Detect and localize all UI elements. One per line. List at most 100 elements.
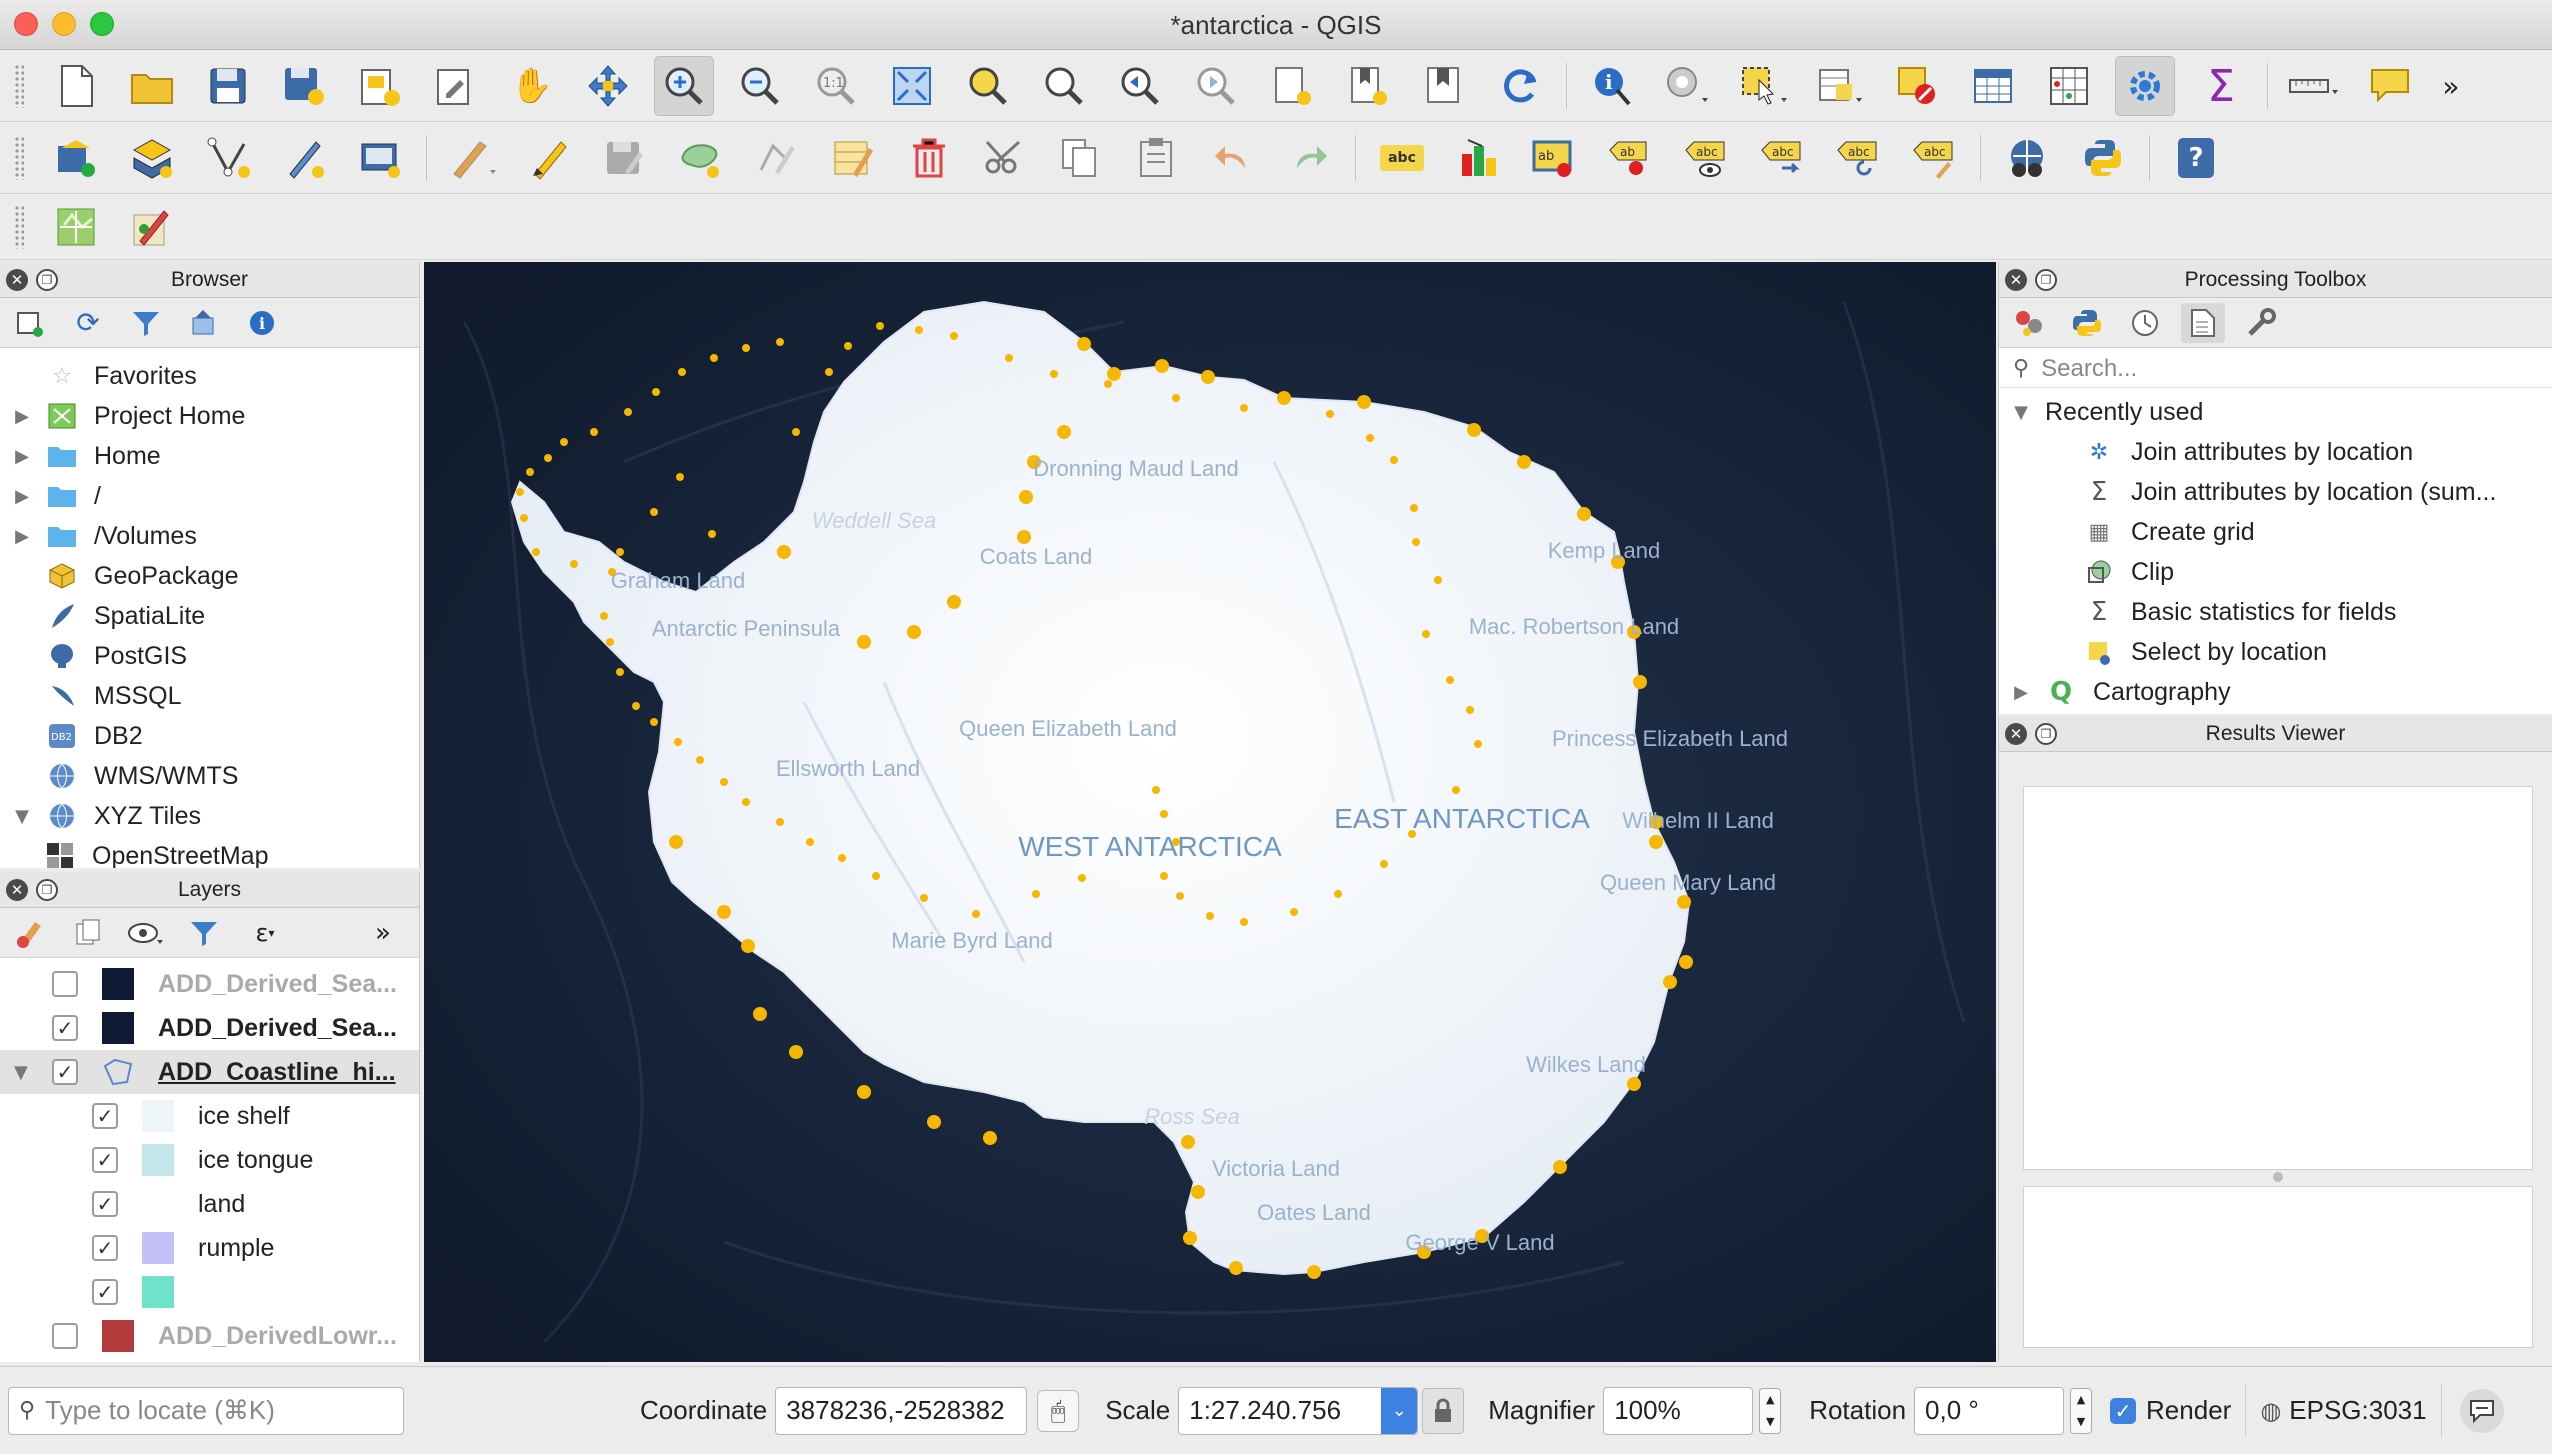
- browser-item-xyz-tiles[interactable]: ▼ XYZ Tiles: [0, 796, 419, 836]
- category-visibility-checkbox[interactable]: ✓: [92, 1191, 118, 1217]
- category-visibility-checkbox[interactable]: ✓: [92, 1279, 118, 1305]
- lock-scale-icon[interactable]: [1422, 1387, 1465, 1434]
- layer-visibility-checkbox[interactable]: [52, 1323, 78, 1349]
- layer-item[interactable]: ✓ ADD_Derived_Sea...: [0, 1006, 419, 1050]
- style-editor-icon[interactable]: [122, 197, 182, 257]
- scale-combobox[interactable]: 1:27.240.756 ⌄: [1178, 1386, 1419, 1435]
- render-checkbox[interactable]: ✓: [2110, 1397, 2137, 1424]
- move-label-icon[interactable]: abc: [1752, 128, 1812, 188]
- close-panel-icon[interactable]: ✕: [2005, 723, 2027, 745]
- processing-algorithm-item[interactable]: ✲ Join attributes by location: [1999, 432, 2552, 472]
- zoom-out-icon[interactable]: [730, 56, 790, 116]
- undo-icon[interactable]: [1203, 128, 1263, 188]
- layer-visibility-checkbox[interactable]: ✓: [52, 1015, 78, 1041]
- browser-item-mssql[interactable]: MSSQL: [0, 676, 419, 716]
- splitter-handle[interactable]: [2273, 1172, 2283, 1182]
- copy-features-icon[interactable]: [1051, 128, 1111, 188]
- locator-search-field[interactable]: ⚲ Type to locate (⌘K): [8, 1386, 404, 1435]
- new-bookmark-icon[interactable]: [1338, 56, 1398, 116]
- processing-algorithm-item[interactable]: ▦ Create grid: [1999, 512, 2552, 552]
- dropdown-arrow-icon[interactable]: ⌄: [1381, 1387, 1418, 1434]
- vertex-tool-icon[interactable]: [198, 128, 258, 188]
- layer-item[interactable]: ADD_DerivedLowr...: [0, 1314, 419, 1358]
- float-panel-icon[interactable]: ❐: [2035, 269, 2057, 291]
- refresh-icon[interactable]: ⟳: [66, 303, 110, 343]
- metasearch-icon[interactable]: [1997, 128, 2057, 188]
- show-hide-labels-icon[interactable]: abc: [1676, 128, 1736, 188]
- field-calculator-icon[interactable]: [2039, 56, 2099, 116]
- layers-overflow-icon[interactable]: »: [361, 913, 405, 953]
- new-map-view-icon[interactable]: [1262, 56, 1322, 116]
- refresh-icon[interactable]: [1490, 56, 1550, 116]
- results-list[interactable]: [2023, 786, 2533, 1170]
- paste-features-icon[interactable]: [1127, 128, 1187, 188]
- add-selected-layers-icon[interactable]: [8, 303, 52, 343]
- rotation-spinner[interactable]: ▲ ▼: [2070, 1387, 2093, 1434]
- pin-label-icon[interactable]: ab: [1600, 128, 1660, 188]
- redo-icon[interactable]: [1279, 128, 1339, 188]
- visibility-icon[interactable]: [124, 913, 168, 953]
- save-as-icon[interactable]: [274, 56, 334, 116]
- filter-expression-icon[interactable]: ε ▾: [240, 913, 290, 953]
- toolbar-overflow-icon[interactable]: »: [2436, 56, 2466, 116]
- select-features-icon[interactable]: [1735, 56, 1795, 116]
- layer-item[interactable]: ADD_Derived_Sea...: [0, 962, 419, 1006]
- results-detail[interactable]: [2023, 1186, 2533, 1348]
- diagram-icon[interactable]: [1448, 128, 1508, 188]
- digitize-icon[interactable]: [46, 128, 106, 188]
- magnifier-field[interactable]: 100%: [1603, 1386, 1754, 1435]
- help-icon[interactable]: ?: [2166, 128, 2226, 188]
- history-icon[interactable]: [2123, 303, 2167, 343]
- edit-pencil-icon[interactable]: [443, 128, 503, 188]
- pan-to-selection-icon[interactable]: [578, 56, 638, 116]
- coordinate-field[interactable]: 3878236,-2528382: [775, 1386, 1028, 1435]
- show-bookmarks-icon[interactable]: [1414, 56, 1474, 116]
- delete-selected-icon[interactable]: [899, 128, 959, 188]
- category-item[interactable]: ✓: [0, 1270, 419, 1314]
- python-console-icon[interactable]: [2073, 128, 2133, 188]
- save-edits-icon[interactable]: [595, 128, 655, 188]
- category-visibility-checkbox[interactable]: ✓: [92, 1103, 118, 1129]
- crs-button[interactable]: ◍ EPSG:3031: [2245, 1384, 2442, 1437]
- processing-algorithm-item[interactable]: Σ Join attributes by location (sum...: [1999, 472, 2552, 512]
- modify-attributes-icon[interactable]: [823, 128, 883, 188]
- float-panel-icon[interactable]: ❐: [36, 879, 58, 901]
- deselect-icon[interactable]: [1887, 56, 1947, 116]
- toolbar-handle[interactable]: [14, 205, 24, 249]
- category-item[interactable]: ✓ rumple: [0, 1226, 419, 1270]
- rotate-label-icon[interactable]: abc: [1828, 128, 1888, 188]
- processing-search-field[interactable]: ⚲ Search...: [1999, 350, 2552, 388]
- rotation-field[interactable]: 0,0 °: [1914, 1386, 2065, 1435]
- float-panel-icon[interactable]: ❐: [36, 269, 58, 291]
- close-panel-icon[interactable]: ✕: [6, 269, 28, 291]
- properties-icon[interactable]: i: [240, 303, 284, 343]
- statistics-icon[interactable]: Σ: [2191, 56, 2251, 116]
- pan-icon[interactable]: ✋: [502, 56, 562, 116]
- measure-icon[interactable]: [2284, 56, 2344, 116]
- toggle-extents-icon[interactable]: 🖱: [1037, 1389, 1080, 1432]
- filter-legend-icon[interactable]: [182, 913, 226, 953]
- zoom-native-icon[interactable]: 1:1: [806, 56, 866, 116]
- processing-toolbox-icon[interactable]: [2115, 56, 2175, 116]
- processing-group-cartography[interactable]: ▶ Q Cartography: [1999, 672, 2552, 712]
- browser-item-favorites[interactable]: ☆ Favorites: [0, 356, 419, 396]
- digitize-pen-icon[interactable]: [274, 128, 334, 188]
- toggle-editing-icon[interactable]: [519, 128, 579, 188]
- zoom-full-icon[interactable]: [882, 56, 942, 116]
- layer-item-selected[interactable]: ▼ ✓ ADD_Coastline_hi...: [0, 1050, 419, 1094]
- identify-icon[interactable]: i: [1583, 56, 1643, 116]
- category-item[interactable]: ✓ ice shelf: [0, 1094, 419, 1138]
- browser-item-project-home[interactable]: ▶ Project Home: [0, 396, 419, 436]
- open-attribute-table-icon[interactable]: [1811, 56, 1871, 116]
- browser-item-root[interactable]: ▶ /: [0, 476, 419, 516]
- new-project-icon[interactable]: [46, 56, 106, 116]
- collapse-arrow-icon[interactable]: ▼: [2011, 402, 2031, 423]
- results-viewer-icon[interactable]: [2181, 302, 2225, 343]
- cut-features-icon[interactable]: [975, 128, 1035, 188]
- map-tips-icon[interactable]: [2360, 56, 2420, 116]
- map-canvas[interactable]: Dronning Maud Land Weddell Sea Coats Lan…: [424, 262, 1996, 1362]
- python-scripts-icon[interactable]: [2065, 303, 2109, 343]
- options-icon[interactable]: [2239, 303, 2283, 343]
- filter-icon[interactable]: [124, 303, 168, 343]
- zoom-next-icon[interactable]: [1186, 56, 1246, 116]
